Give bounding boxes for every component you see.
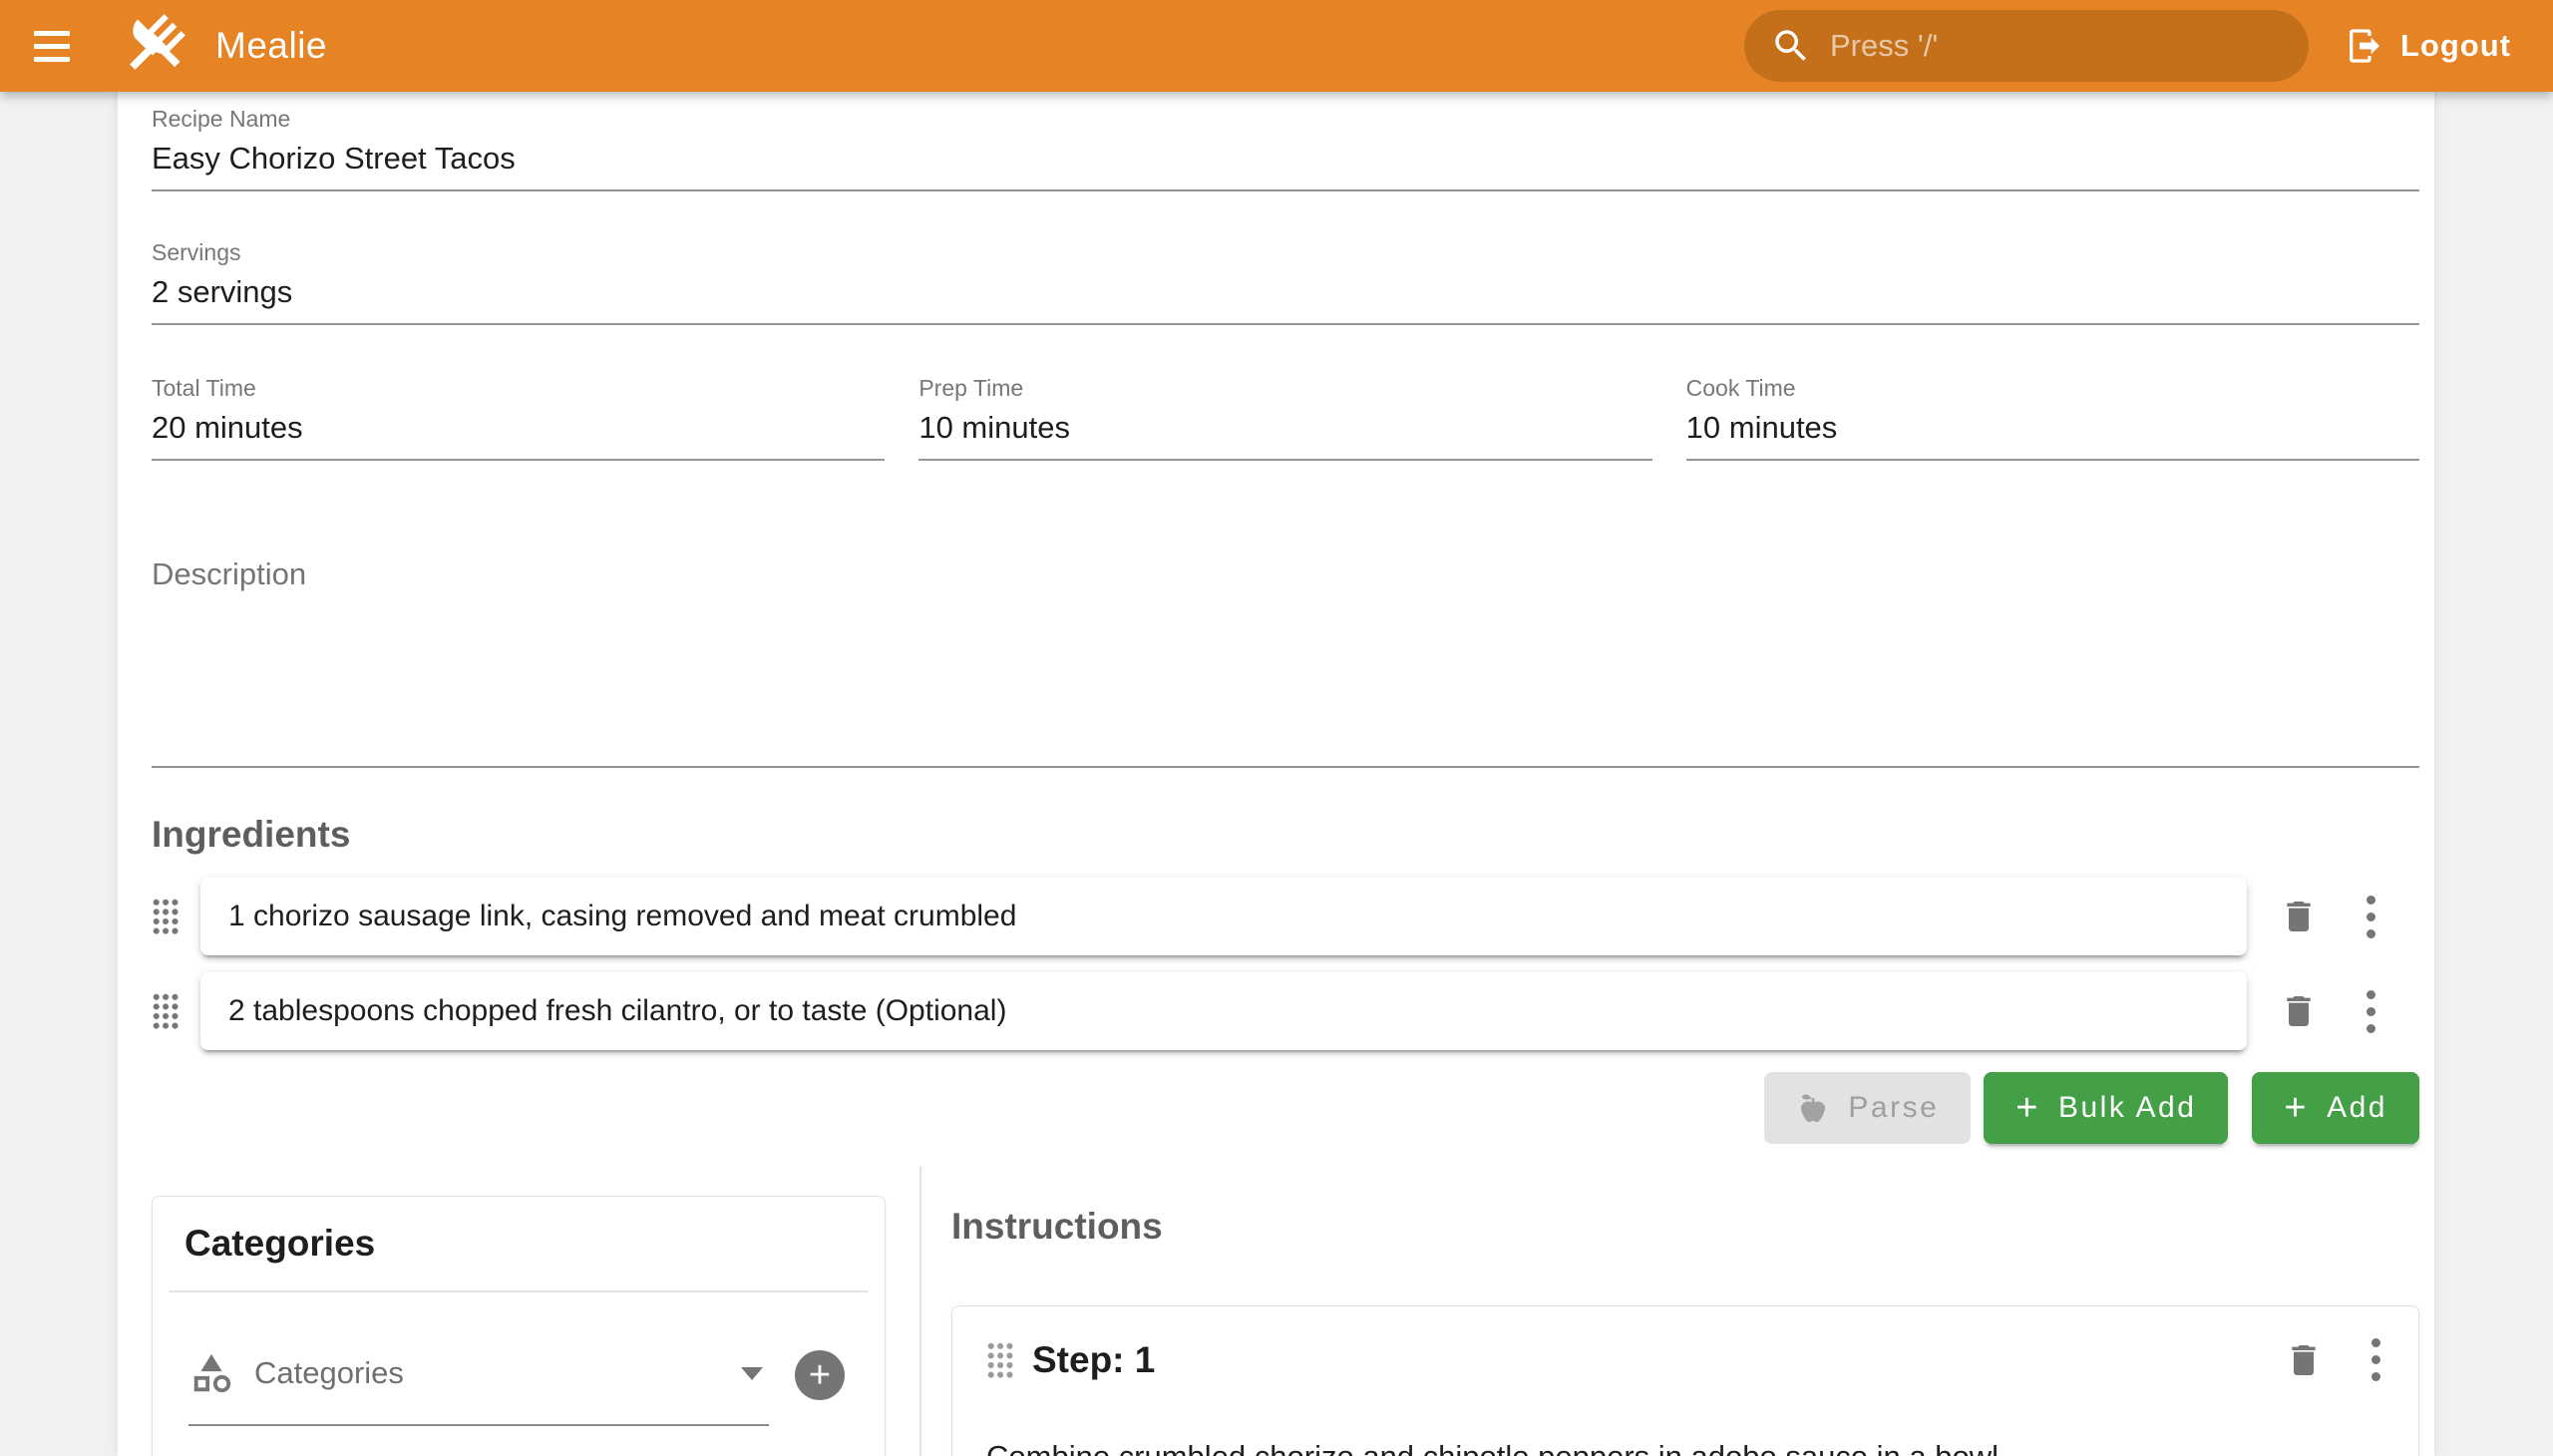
prep-time-label: Prep Time (918, 373, 1651, 403)
prep-time-value[interactable]: 10 minutes (918, 407, 1651, 449)
trash-icon (2279, 991, 2319, 1031)
parse-button[interactable]: Parse (1764, 1072, 1971, 1144)
servings-label: Servings (152, 237, 2419, 267)
bulk-add-button[interactable]: + Bulk Add (1984, 1072, 2228, 1144)
cook-time-field[interactable]: Cook Time 10 minutes (1686, 373, 2419, 461)
more-options-icon[interactable] (2368, 1334, 2384, 1385)
categories-card: Categories Categories + (152, 1196, 886, 1456)
delete-ingredient-button[interactable] (2279, 991, 2319, 1031)
search-bar[interactable] (1744, 10, 2309, 82)
drag-handle-icon[interactable] (986, 1341, 1014, 1379)
step-text[interactable]: Combine crumbled chorizo and chipotle pe… (986, 1435, 2384, 1456)
search-input[interactable] (1830, 28, 2249, 64)
time-fields-row: Total Time 20 minutes Prep Time 10 minut… (152, 373, 2419, 461)
more-options-icon[interactable] (2363, 892, 2379, 942)
page-background: Recipe Name Easy Chorizo Street Tacos Se… (0, 92, 2553, 1456)
add-label: Add (2327, 1091, 2387, 1125)
app-header: Mealie Logout (0, 0, 2553, 92)
add-category-button[interactable]: + (795, 1350, 845, 1400)
instructions-column: Instructions Step: 1 Combine crumbled ch… (919, 1166, 2419, 1456)
more-options-icon[interactable] (2363, 986, 2379, 1037)
total-time-label: Total Time (152, 373, 885, 403)
ingredient-input[interactable]: 1 chorizo sausage link, casing removed a… (200, 878, 2247, 955)
description-field[interactable]: Description (152, 556, 2419, 768)
delete-step-button[interactable] (2284, 1340, 2324, 1380)
prep-time-field[interactable]: Prep Time 10 minutes (918, 373, 1651, 461)
logout-button[interactable]: Logout (2345, 26, 2511, 66)
delete-ingredient-button[interactable] (2279, 897, 2319, 936)
ingredient-text: 2 tablespoons chopped fresh cilantro, or… (228, 994, 1006, 1028)
mealie-logo-icon (118, 10, 189, 82)
categories-select[interactable]: Categories (188, 1350, 769, 1426)
logout-icon (2345, 26, 2384, 66)
trash-icon (2279, 897, 2319, 936)
ingredient-input[interactable]: 2 tablespoons chopped fresh cilantro, or… (200, 972, 2247, 1050)
drag-handle-icon[interactable] (152, 898, 180, 935)
parse-label: Parse (1848, 1091, 1939, 1125)
plus-icon: + (809, 1354, 831, 1397)
bulk-add-label: Bulk Add (2058, 1091, 2196, 1125)
ingredient-row: 2 tablespoons chopped fresh cilantro, or… (152, 972, 2379, 1050)
recipe-name-field[interactable]: Recipe Name Easy Chorizo Street Tacos (152, 104, 2419, 191)
apple-icon (1796, 1091, 1830, 1125)
recipe-name-label: Recipe Name (152, 104, 2419, 134)
add-ingredient-button[interactable]: + Add (2252, 1072, 2419, 1144)
instructions-heading: Instructions (951, 1206, 2419, 1248)
step-card: Step: 1 Combine crumbled chorizo and chi… (951, 1305, 2419, 1456)
chevron-down-icon (741, 1367, 763, 1380)
servings-field[interactable]: Servings 2 servings (152, 237, 2419, 325)
recipe-name-value[interactable]: Easy Chorizo Street Tacos (152, 138, 2419, 180)
servings-value[interactable]: 2 servings (152, 271, 2419, 313)
menu-icon[interactable] (14, 8, 90, 84)
ingredient-row: 1 chorizo sausage link, casing removed a… (152, 878, 2379, 955)
recipe-editor-card: Recipe Name Easy Chorizo Street Tacos Se… (118, 92, 2434, 1456)
ingredient-text: 1 chorizo sausage link, casing removed a… (228, 900, 1016, 933)
categories-column: Categories Categories + (152, 1166, 919, 1456)
step-title: Step: 1 (1032, 1339, 2284, 1381)
shapes-icon (188, 1350, 234, 1396)
plus-icon: + (2284, 1089, 2309, 1127)
description-label: Description (152, 556, 2419, 592)
total-time-field[interactable]: Total Time 20 minutes (152, 373, 885, 461)
drag-handle-icon[interactable] (152, 992, 180, 1030)
categories-heading: Categories (153, 1197, 885, 1290)
total-time-value[interactable]: 20 minutes (152, 407, 885, 449)
logout-label: Logout (2400, 28, 2511, 64)
search-icon (1770, 25, 1812, 67)
plus-icon: + (2015, 1089, 2040, 1127)
categories-select-label: Categories (254, 1355, 721, 1391)
trash-icon (2284, 1340, 2324, 1380)
cook-time-value[interactable]: 10 minutes (1686, 407, 2419, 449)
ingredients-heading: Ingredients (152, 814, 2419, 856)
ingredient-actions: Parse + Bulk Add + Add (152, 1072, 2419, 1144)
cook-time-label: Cook Time (1686, 373, 2419, 403)
app-title: Mealie (215, 25, 327, 67)
bottom-columns: Categories Categories + (152, 1166, 2419, 1456)
